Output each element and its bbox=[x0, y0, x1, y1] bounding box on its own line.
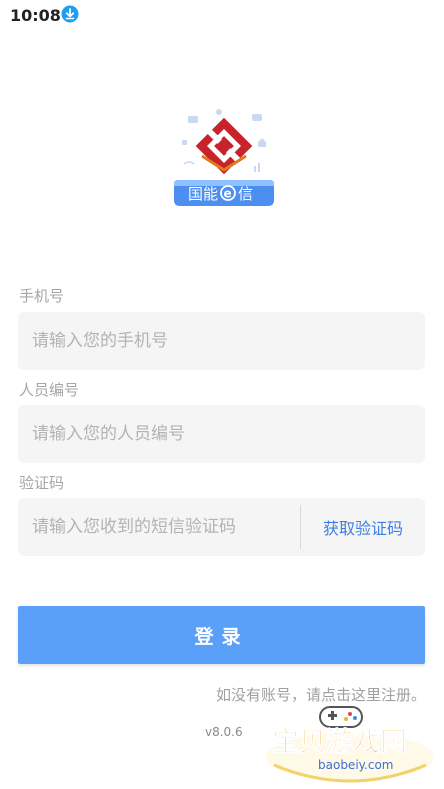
phone-input-box[interactable] bbox=[18, 312, 425, 370]
phone-input[interactable] bbox=[32, 312, 412, 370]
staff-id-label: 人员编号 bbox=[19, 381, 80, 399]
get-code-button[interactable]: 获取验证码 bbox=[302, 498, 424, 556]
staff-id-input-box[interactable] bbox=[18, 405, 425, 463]
logo-e: e bbox=[224, 187, 232, 201]
logo-text-1: 国能 bbox=[188, 185, 218, 203]
status-bar: 10:08 bbox=[0, 0, 444, 32]
login-button[interactable]: 登录 bbox=[18, 606, 425, 664]
app-logo: 国能 e 信 bbox=[174, 108, 274, 210]
watermark-title: 宝贝游戏网 bbox=[272, 726, 407, 758]
staff-id-input[interactable] bbox=[32, 405, 412, 463]
watermark-url: baobeiy.com bbox=[318, 758, 393, 772]
download-icon bbox=[61, 5, 79, 23]
version-text: v8.0.6 bbox=[205, 725, 243, 739]
code-input-box[interactable]: 获取验证码 bbox=[18, 498, 425, 556]
code-label: 验证码 bbox=[19, 474, 65, 492]
status-time: 10:08 bbox=[10, 6, 61, 25]
code-input[interactable] bbox=[32, 498, 294, 556]
code-divider bbox=[300, 505, 301, 549]
logo-text-2: 信 bbox=[238, 185, 253, 203]
watermark: 宝贝游戏网 baobeiy.com bbox=[262, 695, 437, 785]
gamepad-icon bbox=[319, 706, 363, 728]
phone-label: 手机号 bbox=[19, 287, 65, 305]
